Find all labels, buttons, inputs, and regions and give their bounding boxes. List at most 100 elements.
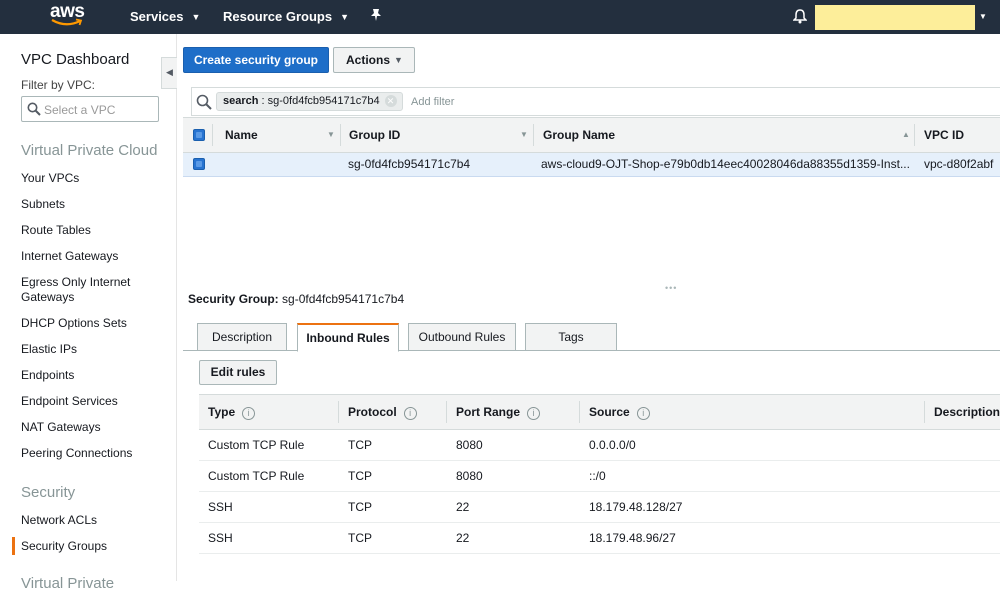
actions-label: Actions bbox=[346, 53, 391, 67]
sidebar-item-endpoints[interactable]: Endpoints bbox=[21, 368, 161, 383]
column-header-group-name[interactable]: Group Name bbox=[543, 118, 615, 152]
filter-token-key: search bbox=[223, 95, 259, 107]
column-header-group-id[interactable]: Group ID bbox=[349, 118, 400, 152]
details-value: sg-0fd4fcb954171c7b4 bbox=[278, 292, 405, 306]
tab-inbound-rules[interactable]: Inbound Rules bbox=[297, 323, 399, 352]
info-icon[interactable]: i bbox=[527, 407, 541, 420]
sidebar-item-internet-gateways[interactable]: Internet Gateways bbox=[21, 249, 161, 264]
table-row: SSH TCP 22 18.179.48.96/27 bbox=[199, 523, 1000, 554]
sidebar: VPC Dashboard Filter by VPC: Select a VP… bbox=[0, 34, 177, 592]
column-header-protocol: Protocol i bbox=[348, 395, 417, 429]
cell-source: 18.179.48.96/27 bbox=[589, 531, 676, 545]
tab-outbound-rules[interactable]: Outbound Rules bbox=[408, 323, 516, 351]
main-content: Create security group Actions ▼ search :… bbox=[177, 34, 1000, 581]
column-header-vpc-id[interactable]: VPC ID bbox=[924, 118, 964, 152]
cell-protocol: TCP bbox=[348, 438, 372, 452]
actions-button[interactable]: Actions ▼ bbox=[333, 47, 415, 73]
cell-type: Custom TCP Rule bbox=[208, 469, 305, 483]
edit-rules-button[interactable]: Edit rules bbox=[199, 360, 277, 385]
cell-group-id: sg-0fd4fcb954171c7b4 bbox=[348, 157, 471, 171]
search-icon bbox=[196, 94, 212, 110]
filter-token-value: : sg-0fd4fcb954171c7b4 bbox=[258, 95, 380, 107]
chevron-down-icon[interactable]: ▼ bbox=[979, 12, 987, 21]
column-divider bbox=[533, 124, 534, 146]
column-divider bbox=[579, 401, 580, 423]
rules-table-header: Type i Protocol i Port Range i Source i Desc… bbox=[199, 394, 1000, 430]
sort-icon[interactable]: ▼ bbox=[327, 118, 335, 152]
cell-protocol: TCP bbox=[348, 500, 372, 514]
sidebar-item-elastic-ips[interactable]: Elastic IPs bbox=[21, 342, 161, 357]
sidebar-item-your-vpcs[interactable]: Your VPCs bbox=[21, 171, 161, 186]
sidebar-item-route-tables[interactable]: Route Tables bbox=[21, 223, 161, 238]
vpc-select-placeholder: Select a VPC bbox=[44, 103, 116, 117]
chevron-down-icon: ▼ bbox=[340, 12, 350, 22]
tab-tags[interactable]: Tags bbox=[525, 323, 617, 351]
cell-port-range: 8080 bbox=[456, 438, 483, 452]
table-row: Custom TCP Rule TCP 8080 0.0.0.0/0 bbox=[199, 430, 1000, 461]
sidebar-item-security-groups[interactable]: Security Groups bbox=[21, 539, 161, 554]
sidebar-item-nat-gateways[interactable]: NAT Gateways bbox=[21, 420, 161, 435]
aws-logo[interactable]: aws bbox=[50, 2, 88, 31]
column-header-port-range: Port Range i bbox=[456, 395, 541, 429]
cell-port-range: 8080 bbox=[456, 469, 483, 483]
column-divider bbox=[340, 124, 341, 146]
active-item-indicator bbox=[12, 537, 15, 555]
sidebar-item-egress-only-internet-gateways[interactable]: Egress Only Internet Gateways bbox=[21, 275, 141, 305]
collapse-sidebar-toggle[interactable]: ◀ bbox=[161, 57, 177, 89]
details-title: Security Group: sg-0fd4fcb954171c7b4 bbox=[188, 292, 404, 306]
column-divider bbox=[914, 124, 915, 146]
sidebar-item-dhcp-options-sets[interactable]: DHCP Options Sets bbox=[21, 316, 161, 331]
sidebar-title[interactable]: VPC Dashboard bbox=[21, 51, 129, 68]
section-virtual-private-network: Virtual Private bbox=[21, 575, 115, 592]
info-icon[interactable]: i bbox=[403, 407, 417, 420]
cell-type: SSH bbox=[208, 531, 233, 545]
column-divider bbox=[446, 401, 447, 423]
bell-icon[interactable] bbox=[792, 9, 808, 29]
column-header-source-label: Source bbox=[589, 405, 630, 419]
filter-token[interactable]: search : sg-0fd4fcb954171c7b4 ✕ bbox=[216, 92, 403, 111]
sort-icon[interactable]: ▼ bbox=[520, 118, 528, 152]
info-icon[interactable]: i bbox=[636, 407, 650, 420]
security-groups-table-header: Name ▼ Group ID ▼ Group Name ▲ VPC ID bbox=[183, 117, 1000, 153]
section-security: Security bbox=[21, 484, 76, 501]
pin-icon[interactable] bbox=[370, 8, 382, 25]
column-header-type-label: Type bbox=[208, 405, 236, 419]
details-label: Security Group: bbox=[188, 292, 279, 306]
column-divider bbox=[924, 401, 925, 423]
row-checkbox[interactable] bbox=[193, 158, 205, 170]
column-header-description: Description bbox=[934, 405, 1000, 419]
cell-port-range: 22 bbox=[456, 500, 470, 514]
sidebar-item-endpoint-services[interactable]: Endpoint Services bbox=[21, 394, 161, 409]
cell-type: Custom TCP Rule bbox=[208, 438, 305, 452]
column-header-name[interactable]: Name bbox=[225, 118, 258, 152]
sidebar-item-peering-connections[interactable]: Peering Connections bbox=[21, 446, 161, 461]
filter-bar[interactable]: search : sg-0fd4fcb954171c7b4 ✕ Add filt… bbox=[191, 87, 1000, 116]
select-all-checkbox[interactable] bbox=[193, 129, 205, 141]
table-row: Custom TCP Rule TCP 8080 ::/0 bbox=[199, 461, 1000, 492]
create-security-group-button[interactable]: Create security group bbox=[183, 47, 329, 73]
remove-filter-icon[interactable]: ✕ bbox=[384, 95, 397, 107]
filter-by-vpc-label: Filter by VPC: bbox=[21, 78, 96, 92]
cell-source: 0.0.0.0/0 bbox=[589, 438, 636, 452]
column-header-port-range-label: Port Range bbox=[456, 405, 521, 419]
resize-handle[interactable]: ••• bbox=[665, 283, 677, 293]
sidebar-item-subnets[interactable]: Subnets bbox=[21, 197, 161, 212]
tab-description[interactable]: Description bbox=[197, 323, 287, 351]
services-menu[interactable]: Services ▼ bbox=[130, 9, 200, 24]
services-label: Services bbox=[130, 9, 184, 24]
column-divider bbox=[338, 401, 339, 423]
sort-icon[interactable]: ▲ bbox=[902, 118, 910, 152]
cell-source: ::/0 bbox=[589, 469, 606, 483]
vpc-select[interactable]: Select a VPC bbox=[21, 96, 159, 122]
table-row[interactable]: sg-0fd4fcb954171c7b4 aws-cloud9-OJT-Shop… bbox=[183, 153, 1000, 177]
chevron-down-icon: ▼ bbox=[191, 12, 201, 22]
cell-port-range: 22 bbox=[456, 531, 470, 545]
cell-vpc-id: vpc-d80f2abf bbox=[924, 157, 994, 171]
info-icon[interactable]: i bbox=[242, 407, 256, 420]
sidebar-item-network-acls[interactable]: Network ACLs bbox=[21, 513, 161, 528]
resource-groups-menu[interactable]: Resource Groups ▼ bbox=[223, 9, 349, 24]
add-filter-input[interactable]: Add filter bbox=[411, 96, 454, 108]
account-menu[interactable] bbox=[815, 5, 975, 30]
column-header-protocol-label: Protocol bbox=[348, 405, 397, 419]
cell-protocol: TCP bbox=[348, 469, 372, 483]
